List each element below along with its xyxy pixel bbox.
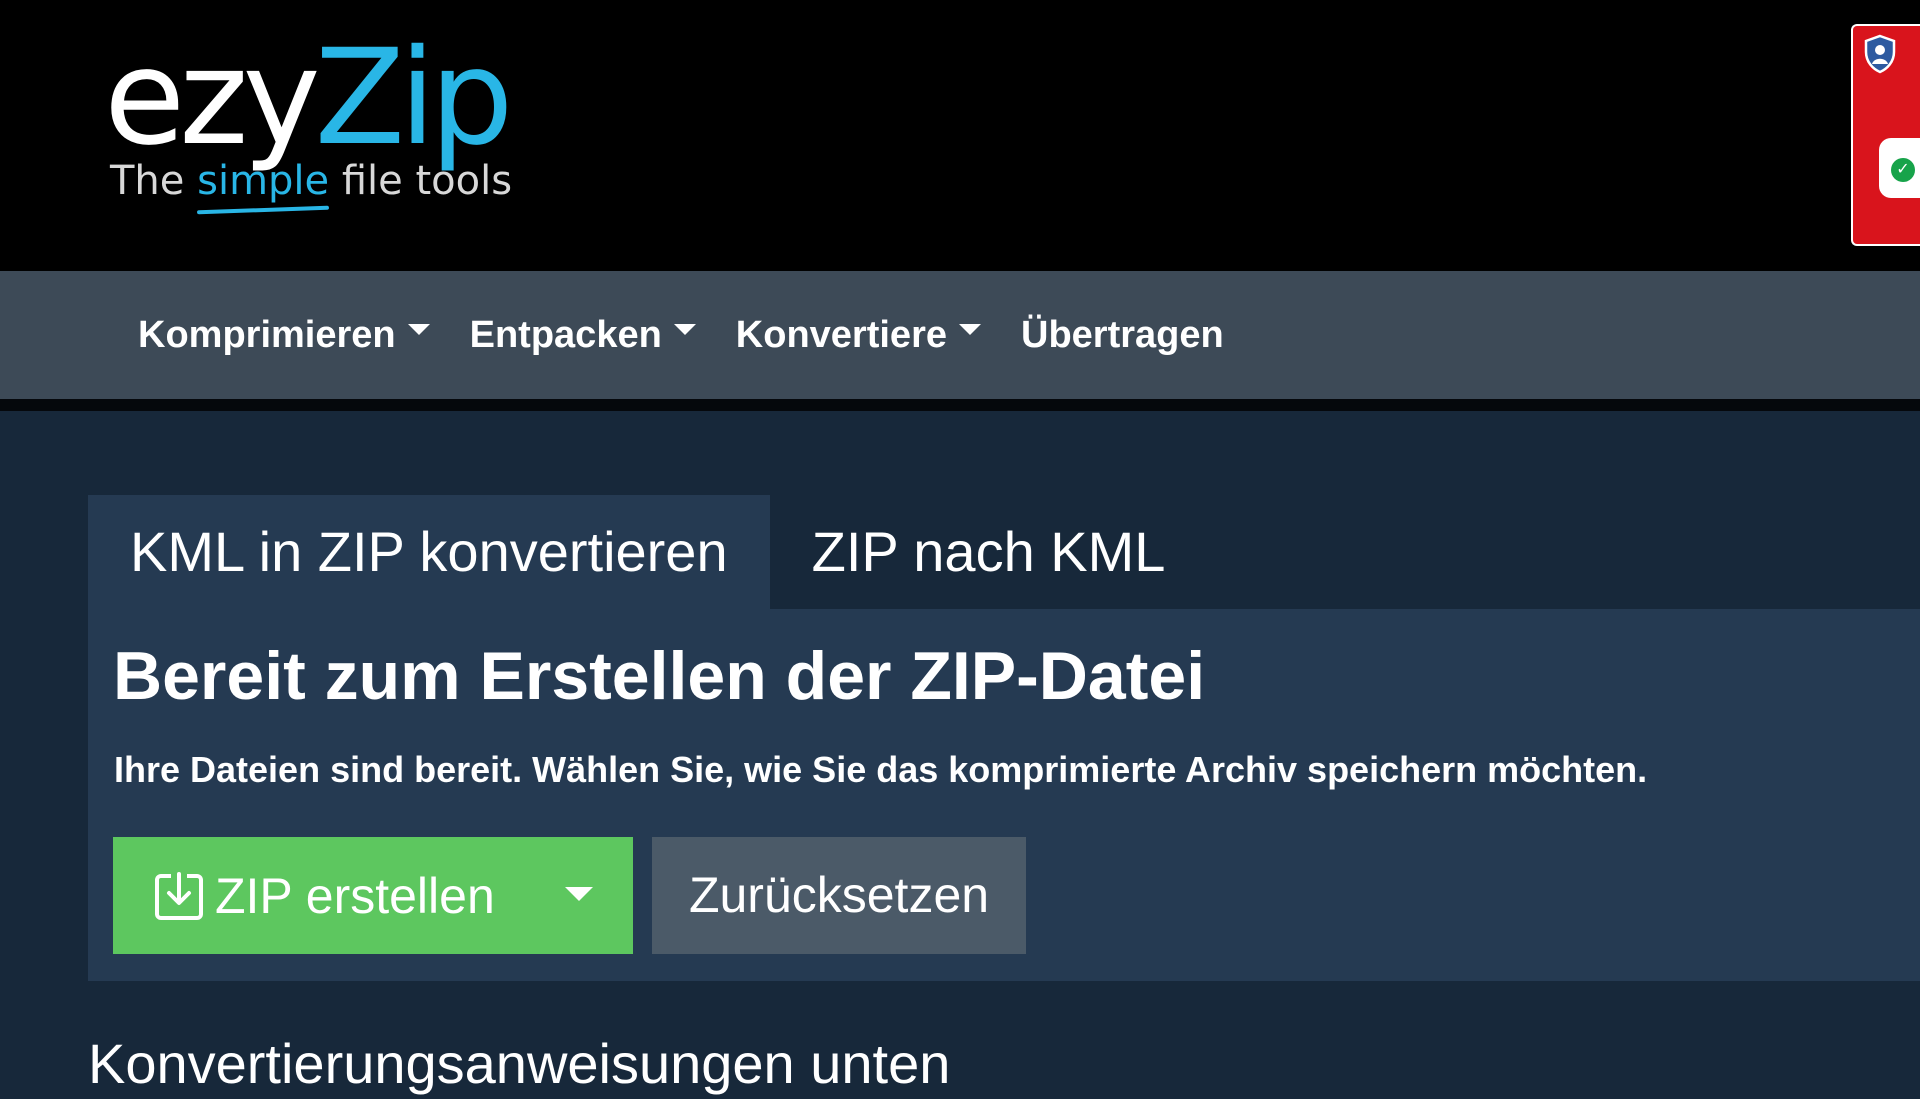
ezyzip-logo[interactable]: ezyZip The simple file tools <box>104 21 514 204</box>
main-navbar: Komprimieren Entpacken Konvertiere Übert… <box>0 271 1920 411</box>
shield-icon <box>1864 34 1896 74</box>
nav-komprimieren[interactable]: Komprimieren <box>138 314 430 357</box>
logo-wordmark: ezyZip <box>104 21 514 175</box>
reset-button[interactable]: Zurücksetzen <box>652 837 1026 954</box>
result-panel: Bereit zum Erstellen der ZIP-Datei Ihre … <box>88 609 1920 981</box>
create-zip-label: ZIP erstellen <box>215 867 495 924</box>
extension-popup: ✓ <box>1879 138 1920 198</box>
nav-entpacken[interactable]: Entpacken <box>470 314 696 357</box>
panel-title: Bereit zum Erstellen der ZIP-Datei <box>113 638 1206 714</box>
caret-down-icon[interactable] <box>565 887 593 901</box>
check-icon: ✓ <box>1891 158 1915 182</box>
tool-tabs: KML in ZIP konvertieren ZIP nach KML <box>88 495 1207 609</box>
caret-down-icon <box>673 323 696 335</box>
caret-down-icon <box>407 323 430 335</box>
browser-extension-badge[interactable]: ✓ <box>1851 24 1920 246</box>
main-content: KML in ZIP konvertieren ZIP nach KML Ber… <box>0 423 1920 1095</box>
create-zip-button[interactable]: ZIP erstellen <box>113 837 633 954</box>
nav-konvertiere[interactable]: Konvertiere <box>736 314 981 357</box>
nav-uebertragen[interactable]: Übertragen <box>1021 314 1224 357</box>
instructions-heading: Konvertierungsanweisungen unten <box>88 1032 951 1095</box>
site-header: ezyZip The simple file tools ✓ <box>0 0 1920 271</box>
logo-tagline: The simple file tools <box>110 158 513 204</box>
download-icon <box>155 871 203 920</box>
tab-zip-to-kml[interactable]: ZIP nach KML <box>770 495 1208 609</box>
caret-down-icon <box>959 323 981 335</box>
tab-kml-to-zip[interactable]: KML in ZIP konvertieren <box>88 495 770 609</box>
panel-subtitle: Ihre Dateien sind bereit. Wählen Sie, wi… <box>114 749 1648 790</box>
